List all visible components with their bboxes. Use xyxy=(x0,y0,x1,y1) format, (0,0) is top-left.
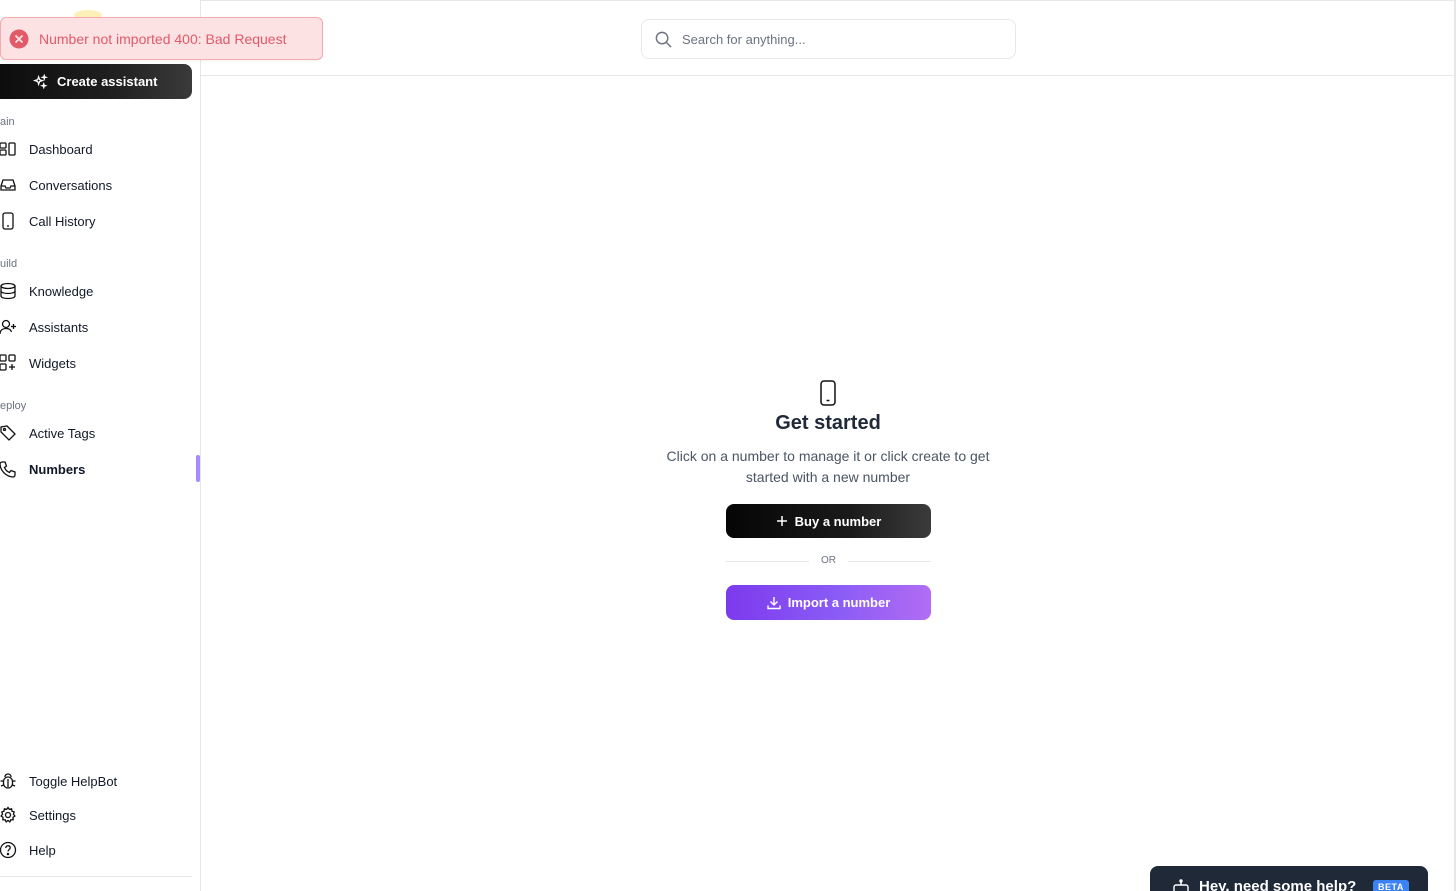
top-header xyxy=(201,0,1455,76)
sidebar-item-active-tags[interactable]: Active Tags xyxy=(0,418,200,448)
bug-icon xyxy=(0,771,18,791)
create-assistant-button[interactable]: Create assistant xyxy=(0,64,192,99)
section-label-build: uild xyxy=(0,258,18,270)
buy-number-label: Buy a number xyxy=(794,513,882,529)
grid-plus-icon xyxy=(0,353,18,373)
sidebar-item-label: Widgets xyxy=(29,355,76,371)
search-box[interactable] xyxy=(641,19,1016,59)
sidebar-item-label: Help xyxy=(29,842,56,858)
sidebar-item-settings[interactable]: Settings xyxy=(0,800,200,830)
dashboard-icon xyxy=(0,139,18,159)
sidebar-item-label: Knowledge xyxy=(29,283,94,299)
sidebar-item-help[interactable]: Help xyxy=(0,835,200,865)
sidebar-item-label: Active Tags xyxy=(29,425,96,441)
sidebar-item-label: Toggle HelpBot xyxy=(29,773,118,789)
gear-icon xyxy=(0,805,18,825)
help-widget[interactable]: Hey, need some help? BETA xyxy=(1150,866,1428,891)
user-plus-icon xyxy=(0,317,18,337)
buy-number-button[interactable]: Buy a number xyxy=(726,504,931,538)
help-circle-icon xyxy=(0,840,18,860)
plus-icon xyxy=(776,516,787,526)
import-number-label: Import a number xyxy=(787,595,891,610)
sidebar-item-knowledge[interactable]: Knowledge xyxy=(0,276,200,306)
section-label-deploy: eploy xyxy=(0,400,27,412)
error-toast[interactable]: Number not imported 400: Bad Request xyxy=(0,17,323,60)
sidebar-item-call-history[interactable]: Call History xyxy=(0,206,200,236)
sidebar-item-conversations[interactable]: Conversations xyxy=(0,170,200,200)
sidebar-item-numbers[interactable]: Numbers xyxy=(0,454,200,484)
sidebar-divider xyxy=(0,876,192,877)
database-icon xyxy=(0,281,18,301)
sidebar-item-toggle-helpbot[interactable]: Toggle HelpBot xyxy=(0,766,200,796)
search-input[interactable] xyxy=(682,28,1002,50)
phone-icon xyxy=(0,459,18,479)
empty-state-description: Click on a number to manage it or click … xyxy=(666,448,990,485)
inbox-icon xyxy=(0,175,18,195)
divider-line xyxy=(848,561,931,562)
sidebar-item-label: Settings xyxy=(29,807,76,823)
import-number-button[interactable]: Import a number xyxy=(726,585,931,620)
mobile-phone-icon xyxy=(820,380,836,406)
phone-device-icon xyxy=(0,211,18,231)
error-circle-icon xyxy=(9,29,29,49)
tag-icon xyxy=(0,423,18,443)
empty-state-title: Get started xyxy=(775,412,881,434)
sidebar-item-label: Dashboard xyxy=(29,141,93,157)
beta-badge: BETA xyxy=(1373,880,1409,891)
sidebar-item-dashboard[interactable]: Dashboard xyxy=(0,134,200,164)
or-divider: OR xyxy=(726,554,931,568)
search-icon xyxy=(655,31,672,48)
sidebar-item-assistants[interactable]: Assistants xyxy=(0,312,200,342)
sidebar: Create assistant ain Dashboard Conversat… xyxy=(0,0,201,891)
toast-message: Number not imported 400: Bad Request xyxy=(39,30,287,47)
robot-icon xyxy=(1173,879,1189,891)
sidebar-item-widgets[interactable]: Widgets xyxy=(0,348,200,378)
create-assistant-label: Create assistant xyxy=(57,74,158,89)
active-indicator xyxy=(196,455,200,482)
sidebar-item-label: Call History xyxy=(29,213,96,229)
sidebar-item-label: Conversations xyxy=(29,177,113,193)
sparkles-icon xyxy=(33,74,48,89)
sidebar-item-label: Assistants xyxy=(29,319,89,335)
help-widget-label: Hey, need some help? xyxy=(1199,878,1357,891)
sidebar-item-label: Numbers xyxy=(29,461,86,477)
download-icon xyxy=(767,596,781,609)
section-label-main: ain xyxy=(0,116,15,128)
